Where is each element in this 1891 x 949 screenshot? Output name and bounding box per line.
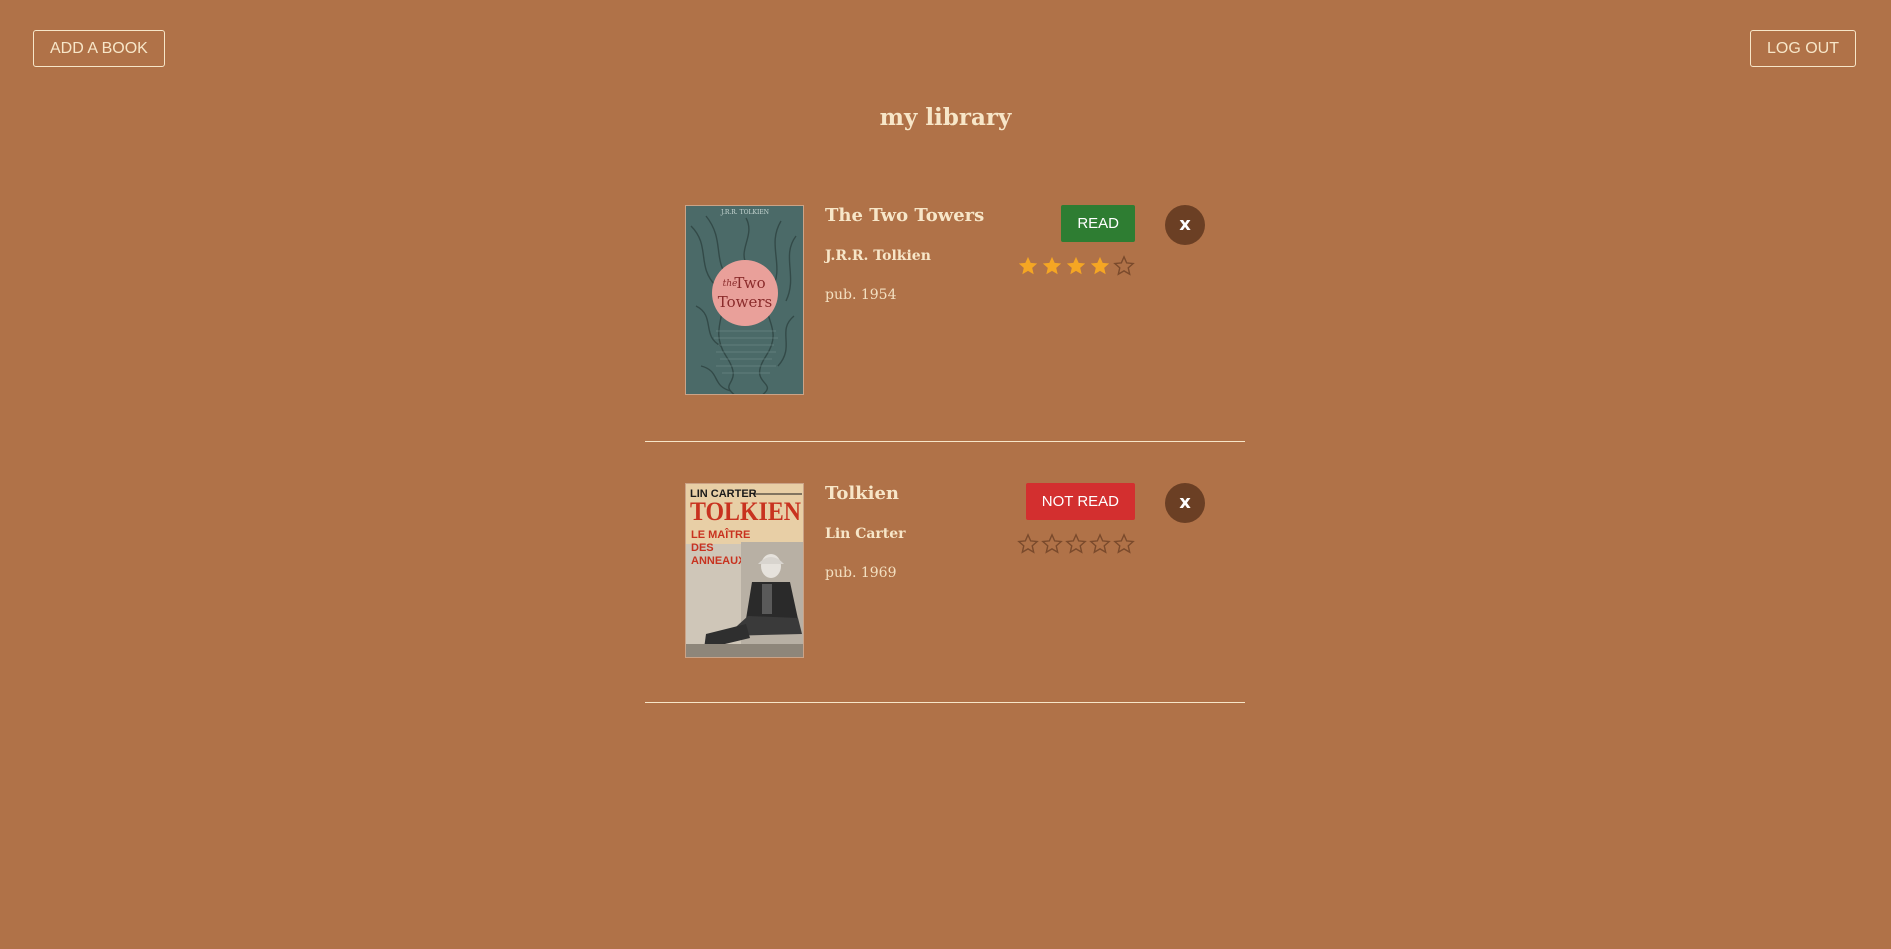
book-title: Tolkien [825, 483, 900, 504]
book-info: The Two Towers J.R.R. Tolkien pub. 1954 [825, 205, 984, 303]
star-filled-icon[interactable] [1017, 255, 1039, 277]
remove-book-button[interactable]: x [1165, 483, 1205, 523]
book-cover: LIN CARTER TOLKIEN LE MAÎTRE DES ANNEAUX [685, 483, 804, 658]
star-empty-icon[interactable] [1065, 533, 1087, 555]
cover-title-line3: DES [691, 542, 714, 554]
read-status-button[interactable]: READ [1061, 205, 1135, 242]
cover-title-line2: Two [734, 274, 765, 292]
two-towers-cover-image: J.R.R. TOLKIEN the Two Towers [686, 206, 803, 394]
star-filled-icon[interactable] [1089, 255, 1111, 277]
book-card: LIN CARTER TOLKIEN LE MAÎTRE DES ANNEAUX… [645, 483, 1245, 703]
star-empty-icon[interactable] [1041, 533, 1063, 555]
logout-button[interactable]: LOG OUT [1749, 30, 1856, 67]
cover-title-line4: ANNEAUX [691, 555, 746, 567]
star-empty-icon[interactable] [1113, 255, 1135, 277]
page-title: my library [879, 104, 1012, 131]
star-filled-icon[interactable] [1041, 255, 1063, 277]
star-rating[interactable] [1017, 533, 1135, 555]
star-empty-icon[interactable] [1113, 533, 1135, 555]
star-filled-icon[interactable] [1065, 255, 1087, 277]
book-info: Tolkien Lin Carter pub. 1969 [825, 483, 906, 581]
book-title: The Two Towers [825, 205, 985, 226]
add-book-button[interactable]: ADD A BOOK [33, 30, 165, 67]
star-empty-icon[interactable] [1089, 533, 1111, 555]
book-card: J.R.R. TOLKIEN the Two Towers The Two To… [645, 205, 1245, 442]
cover-title-line1: TOLKIEN [690, 497, 801, 526]
book-published: pub. 1954 [825, 287, 897, 303]
cover-title-line2: LE MAÎTRE [691, 528, 750, 541]
book-published: pub. 1969 [825, 565, 897, 581]
read-status-button[interactable]: NOT READ [1025, 483, 1135, 520]
star-rating[interactable] [1017, 255, 1135, 277]
book-author: J.R.R. Tolkien [825, 248, 931, 264]
star-empty-icon[interactable] [1017, 533, 1039, 555]
cover-title-line3: Towers [718, 293, 772, 311]
book-author: Lin Carter [825, 526, 906, 542]
cover-author-text: J.R.R. TOLKIEN [720, 209, 769, 216]
remove-book-button[interactable]: x [1165, 205, 1205, 245]
tolkien-lin-carter-cover-image: LIN CARTER TOLKIEN LE MAÎTRE DES ANNEAUX [686, 484, 803, 657]
book-cover: J.R.R. TOLKIEN the Two Towers [685, 205, 804, 395]
